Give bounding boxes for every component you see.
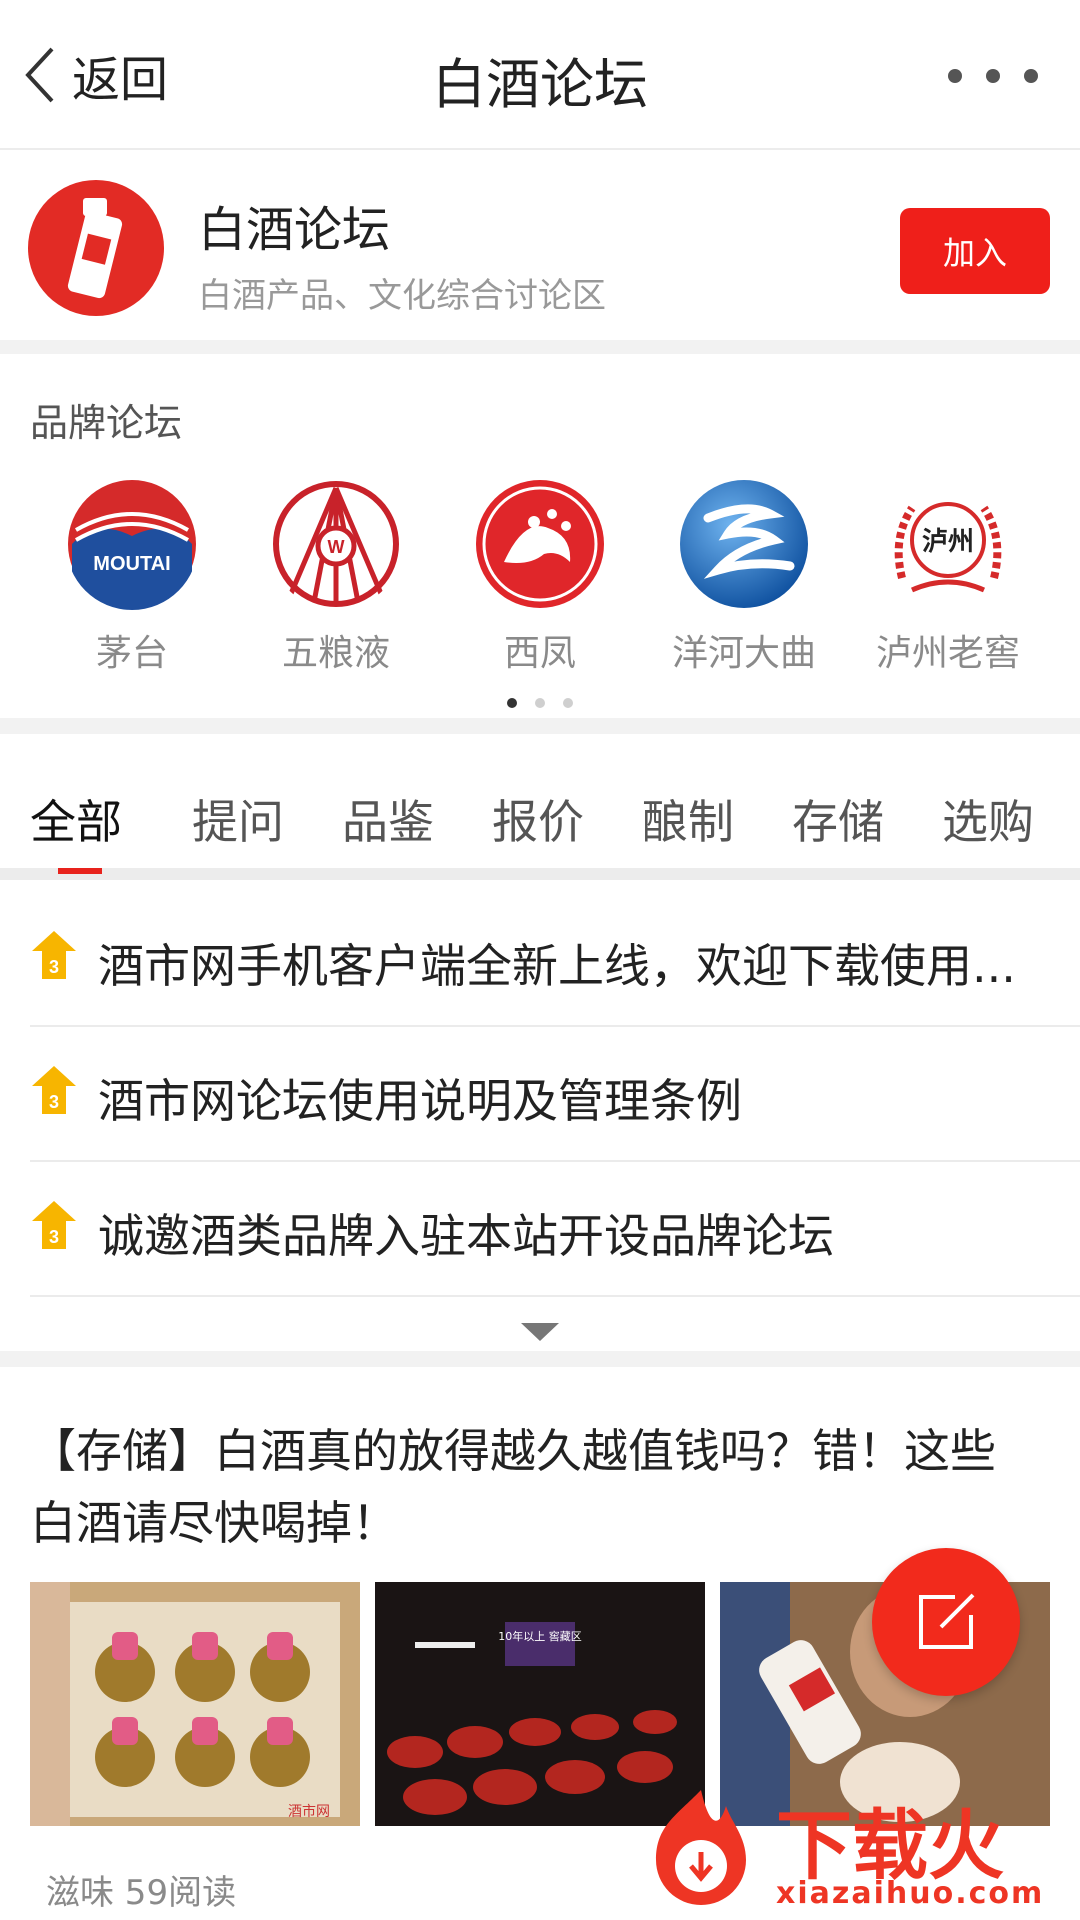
tab-buying[interactable]: 选购 [942, 786, 1034, 852]
post-image[interactable]: 酒市网 [30, 1582, 360, 1826]
forum-logo [28, 180, 164, 316]
brand-name: 洋河大曲 [671, 633, 816, 674]
wuliangye-logo-icon: W [270, 478, 402, 610]
svg-text:泸州: 泸州 [922, 527, 974, 557]
pinned-item[interactable]: 3 酒市网论坛使用说明及管理条例 [30, 1027, 1080, 1162]
category-tabs: 全部 提问 品鉴 报价 酿制 存储 选购 [0, 750, 1080, 880]
svg-text:10年以上 窖藏区: 10年以上 窖藏区 [498, 1629, 582, 1643]
brand-name: 泸州老窖 [875, 633, 1020, 674]
edit-icon [919, 1593, 975, 1649]
forum-name: 白酒论坛 [198, 202, 391, 258]
brand-name: 五粮液 [281, 633, 390, 674]
xifeng-logo-icon [474, 478, 606, 610]
compose-button[interactable] [872, 1548, 1020, 1696]
tab-all[interactable]: 全部 [30, 786, 122, 852]
pinned-item-title: 酒市网手机客户端全新上线，欢迎下载使用... [98, 939, 1016, 993]
expand-pinned-button[interactable] [0, 1297, 1080, 1367]
pinned-item-title: 诚邀酒类品牌入驻本站开设品牌论坛 [98, 1209, 834, 1263]
brand-name: 西凤 [503, 633, 576, 674]
brand-item-luzhoulaojiao[interactable]: 泸州 泸州老窖 [863, 478, 1033, 676]
yanghe-logo-icon [678, 478, 810, 610]
caret-down-icon [521, 1323, 559, 1341]
post-meta: 滋味 59阅读 [46, 1873, 237, 1913]
carousel-dot [507, 698, 517, 708]
watermark: 下载火 xiazaihuo.com [636, 1780, 1080, 1920]
post-title: 【存储】白酒真的放得越久越值钱吗？错！这些白酒请尽快喝掉！ [30, 1424, 996, 1550]
active-tab-indicator [58, 868, 102, 874]
pinned-posts: 3 酒市网手机客户端全新上线，欢迎下载使用... 3 酒市网论坛使用说明及管理条… [0, 892, 1080, 1297]
brand-name: 茅台 [95, 633, 168, 674]
more-menu-icon[interactable] [948, 56, 1038, 96]
tab-brewing[interactable]: 酿制 [642, 786, 734, 852]
forum-info: 白酒论坛 白酒产品、文化综合讨论区 加入 [0, 150, 1080, 354]
forum-description: 白酒产品、文化综合讨论区 [198, 276, 606, 316]
svg-text:3: 3 [49, 957, 59, 977]
pin-top-icon: 3 [32, 1066, 76, 1114]
svg-text:W: W [328, 537, 345, 557]
carousel-dot [535, 698, 545, 708]
watermark-logo-icon [656, 1790, 746, 1905]
carousel-indicator [0, 698, 1080, 708]
top-bar: 返回 白酒论坛 [0, 0, 1080, 150]
tab-tasting[interactable]: 品鉴 [342, 786, 434, 852]
pin-top-icon: 3 [32, 1201, 76, 1249]
brand-item-moutai[interactable]: MOUTAI 茅台 [47, 478, 217, 676]
tab-question[interactable]: 提问 [192, 786, 284, 852]
svg-text:酒市网: 酒市网 [288, 1803, 330, 1820]
brand-item-yanghe[interactable]: 洋河大曲 [659, 478, 829, 676]
pinned-item-title: 酒市网论坛使用说明及管理条例 [98, 1074, 742, 1128]
luzhoulaojiao-logo-icon: 泸州 [882, 478, 1014, 610]
brand-forums: 品牌论坛 MOUTAI 茅台 W 五粮液 西凤 洋河大曲 泸州 泸州老窖 [0, 368, 1080, 734]
pinned-item[interactable]: 3 诚邀酒类品牌入驻本站开设品牌论坛 [30, 1162, 1080, 1297]
svg-text:MOUTAI: MOUTAI [93, 553, 170, 575]
page-title: 白酒论坛 [432, 53, 648, 116]
bottle-icon [67, 198, 123, 299]
tab-storage[interactable]: 存储 [792, 786, 884, 852]
brand-item-wuliangye[interactable]: W 五粮液 [251, 478, 421, 676]
brand-forums-title: 品牌论坛 [30, 401, 183, 445]
svg-text:3: 3 [49, 1227, 59, 1247]
watermark-url: xiazaihuo.com [776, 1876, 1045, 1911]
pinned-item[interactable]: 3 酒市网手机客户端全新上线，欢迎下载使用... [30, 892, 1080, 1027]
tab-price[interactable]: 报价 [492, 786, 584, 852]
join-button[interactable]: 加入 [900, 208, 1050, 294]
svg-text:3: 3 [49, 1092, 59, 1112]
carousel-dot [563, 698, 573, 708]
pin-top-icon: 3 [32, 931, 76, 979]
brand-item-xifeng[interactable]: 西凤 [455, 478, 625, 676]
moutai-logo-icon: MOUTAI [66, 478, 198, 610]
